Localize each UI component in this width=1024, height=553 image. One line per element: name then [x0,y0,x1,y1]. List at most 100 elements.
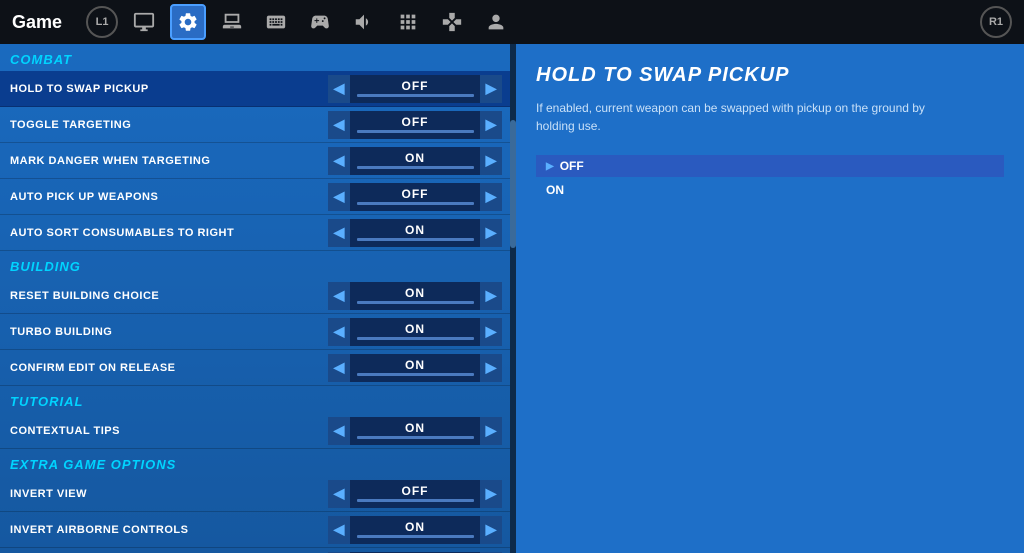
value-box-turbo-building: ON [350,318,480,346]
option-selected-arrow: ▶ [546,161,554,172]
option-label-1: ON [546,183,564,197]
arrow-left-contextual-tips[interactable]: ◀ [328,417,350,445]
arrow-left-toggle-targeting[interactable]: ◀ [328,111,350,139]
arrow-right-auto-pick-up-weapons[interactable]: ▶ [480,183,502,211]
value-box-auto-sort-consumables: ON [350,219,480,247]
arrow-right-reset-building-choice[interactable]: ▶ [480,282,502,310]
option-item-1[interactable]: ON [536,179,1004,201]
network-icon[interactable] [390,4,426,40]
arrow-right-toggle-targeting[interactable]: ▶ [480,111,502,139]
control-widget-mark-danger-when-targeting: ◀ ON ▶ [328,147,502,175]
setting-row-mark-danger-when-targeting[interactable]: MARK DANGER WHEN TARGETING◀ ON ▶ [0,143,510,179]
settings-panel: COMBATHOLD TO SWAP PICKUP◀OFF▶TOGGLE TAR… [0,44,510,553]
gamepad2-icon[interactable] [434,4,470,40]
arrow-left-mark-danger-when-targeting[interactable]: ◀ [328,147,350,175]
value-text-auto-pick-up-weapons: OFF [402,188,429,200]
arrow-right-invert-airborne-controls[interactable]: ▶ [480,516,502,544]
setting-row-contextual-tips[interactable]: CONTEXTUAL TIPS◀ ON ▶ [0,413,510,449]
arrow-right-turbo-building[interactable]: ▶ [480,318,502,346]
setting-label-auto-pick-up-weapons: AUTO PICK UP WEAPONS [0,191,328,203]
section-header-building: BUILDING [0,251,510,278]
arrow-left-reset-building-choice[interactable]: ◀ [328,282,350,310]
setting-label-auto-sort-consumables: AUTO SORT CONSUMABLES TO RIGHT [0,227,328,239]
value-bar-reset-building-choice [357,301,474,304]
arrow-left-turbo-building[interactable]: ◀ [328,318,350,346]
monitor-icon[interactable] [126,4,162,40]
section-header-combat: COMBAT [0,44,510,71]
arrow-right-contextual-tips[interactable]: ▶ [480,417,502,445]
setting-row-turbo-building[interactable]: TURBO BUILDING◀ ON ▶ [0,314,510,350]
arrow-left-auto-sort-consumables[interactable]: ◀ [328,219,350,247]
arrow-right-auto-sort-consumables[interactable]: ▶ [480,219,502,247]
setting-row-reset-building-choice[interactable]: RESET BUILDING CHOICE◀ ON ▶ [0,278,510,314]
setting-row-toggle-targeting[interactable]: TOGGLE TARGETING◀ OFF ▶ [0,107,510,143]
display-icon[interactable] [214,4,250,40]
section-header-tutorial: TUTORIAL [0,386,510,413]
arrow-right-mark-danger-when-targeting[interactable]: ▶ [480,147,502,175]
setting-label-turbo-building: TURBO BUILDING [0,326,328,338]
value-text-confirm-edit-on-release: ON [405,359,425,371]
option-item-0[interactable]: ▶OFF [536,155,1004,177]
arrow-left-hold-to-swap-pickup[interactable]: ◀ [328,75,350,103]
arrow-left-invert-airborne-controls[interactable]: ◀ [328,516,350,544]
value-bar-toggle-targeting [357,130,474,133]
value-bar-invert-airborne-controls [357,535,474,538]
control-widget-turbo-building: ◀ ON ▶ [328,318,502,346]
value-text-invert-airborne-controls: ON [405,521,425,533]
gear-icon[interactable] [170,4,206,40]
setting-row-turbo-delete-in-creative-mode[interactable]: TURBO DELETE IN CREATIVE MODE◀ON▶ [0,548,510,553]
control-widget-toggle-targeting: ◀ OFF ▶ [328,111,502,139]
setting-row-invert-view[interactable]: INVERT VIEW◀OFF▶ [0,476,510,512]
value-bar-turbo-building [357,337,474,340]
app-title: Game [12,12,62,33]
setting-label-reset-building-choice: RESET BUILDING CHOICE [0,290,328,302]
control-widget-hold-to-swap-pickup: ◀ OFF ▶ [328,75,502,103]
controller-icon[interactable] [302,4,338,40]
value-box-confirm-edit-on-release: ON [350,354,480,382]
value-bar-hold-to-swap-pickup [357,94,474,97]
setting-row-hold-to-swap-pickup[interactable]: HOLD TO SWAP PICKUP◀OFF▶ [0,71,510,107]
value-text-toggle-targeting: OFF [402,116,429,128]
value-box-toggle-targeting: OFF [350,111,480,139]
value-bar-confirm-edit-on-release [357,373,474,376]
value-text-reset-building-choice: ON [405,287,425,299]
detail-title: HOLD TO SWAP PICKUP [536,64,1004,87]
value-text-turbo-building: ON [405,323,425,335]
control-widget-auto-sort-consumables: ◀ON▶ [328,219,502,247]
detail-description: If enabled, current weapon can be swappe… [536,99,956,135]
value-text-mark-danger-when-targeting: ON [405,152,425,164]
account-icon[interactable] [478,4,514,40]
value-text-contextual-tips: ON [405,422,425,434]
setting-label-contextual-tips: CONTEXTUAL TIPS [0,425,328,437]
value-text-hold-to-swap-pickup: OFF [402,80,429,92]
value-box-contextual-tips: ON [350,417,480,445]
l1-badge[interactable]: L1 [86,6,118,38]
arrow-right-hold-to-swap-pickup[interactable]: ▶ [480,75,502,103]
setting-label-invert-airborne-controls: INVERT AIRBORNE CONTROLS [0,524,328,536]
arrow-left-invert-view[interactable]: ◀ [328,480,350,508]
setting-label-toggle-targeting: TOGGLE TARGETING [0,119,328,131]
arrow-right-invert-view[interactable]: ▶ [480,480,502,508]
setting-row-auto-sort-consumables[interactable]: AUTO SORT CONSUMABLES TO RIGHT◀ON▶ [0,215,510,251]
setting-row-invert-airborne-controls[interactable]: INVERT AIRBORNE CONTROLS◀ ON ▶ [0,512,510,548]
control-widget-contextual-tips: ◀ ON ▶ [328,417,502,445]
control-widget-invert-airborne-controls: ◀ ON ▶ [328,516,502,544]
keyboard-icon[interactable] [258,4,294,40]
setting-row-confirm-edit-on-release[interactable]: CONFIRM EDIT ON RELEASE◀ON▶ [0,350,510,386]
control-widget-reset-building-choice: ◀ ON ▶ [328,282,502,310]
control-widget-confirm-edit-on-release: ◀ ON ▶ [328,354,502,382]
value-box-mark-danger-when-targeting: ON [350,147,480,175]
setting-row-auto-pick-up-weapons[interactable]: AUTO PICK UP WEAPONS◀ OFF ▶ [0,179,510,215]
arrow-left-confirm-edit-on-release[interactable]: ◀ [328,354,350,382]
arrow-left-auto-pick-up-weapons[interactable]: ◀ [328,183,350,211]
value-bar-mark-danger-when-targeting [357,166,474,169]
audio-icon[interactable] [346,4,382,40]
value-box-hold-to-swap-pickup: OFF [350,75,480,103]
value-box-invert-view: OFF [350,480,480,508]
value-bar-invert-view [357,499,474,502]
arrow-right-confirm-edit-on-release[interactable]: ▶ [480,354,502,382]
r1-badge[interactable]: R1 [980,6,1012,38]
setting-label-invert-view: INVERT VIEW [0,488,328,500]
section-header-extra-game-options: EXTRA GAME OPTIONS [0,449,510,476]
setting-label-mark-danger-when-targeting: MARK DANGER WHEN TARGETING [0,155,328,167]
